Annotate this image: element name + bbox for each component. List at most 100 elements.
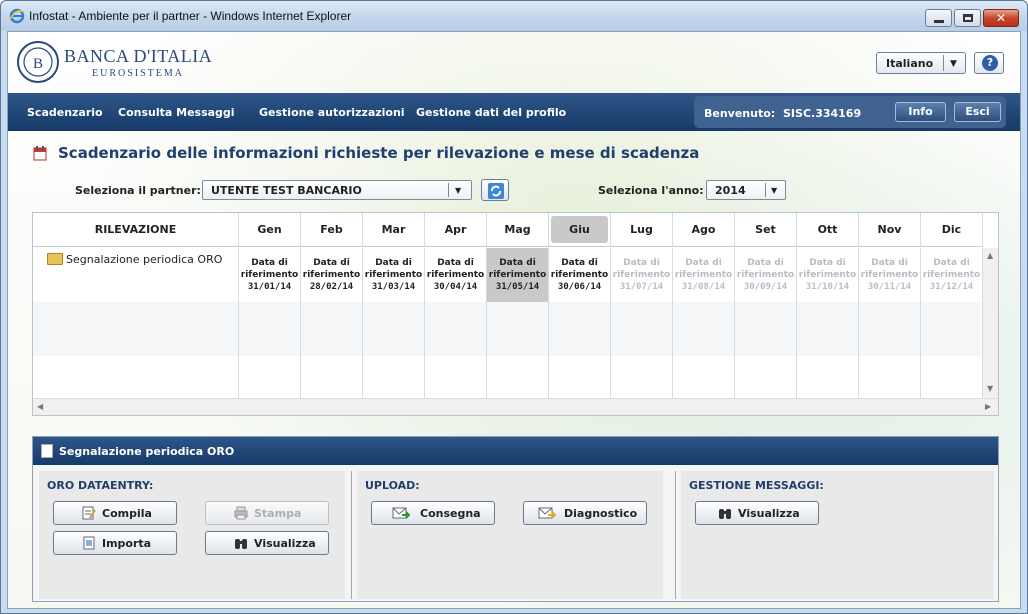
month-header: Set [735, 213, 797, 247]
cell-label: riferimento [798, 270, 857, 280]
cell-label: riferimento [488, 270, 547, 280]
send-icon [392, 507, 410, 519]
button-label: Visualizza [738, 507, 800, 520]
deadline-cell[interactable]: Data di riferimento 28/02/14 [301, 248, 362, 302]
nav-scadenzario[interactable]: Scadenzario [27, 106, 103, 119]
year-select[interactable]: 2014 ▼ [706, 180, 786, 200]
window-title: Infostat - Ambiente per il partner - Win… [29, 9, 352, 23]
chevron-down-icon: ▼ [950, 59, 957, 69]
consegna-button[interactable]: Consegna [371, 501, 495, 525]
svg-text:B: B [33, 56, 43, 72]
help-button[interactable]: ? [974, 52, 1004, 74]
cell-label: riferimento [736, 270, 795, 280]
brand-subtitle: EUROSISTEMA [92, 68, 185, 79]
month-header: Feb [301, 213, 363, 247]
section-messaggi: GESTIONE MESSAGGI: Visualizza [681, 471, 994, 599]
printer-icon [234, 506, 248, 520]
maximize-button[interactable] [954, 9, 981, 27]
bank-logo-icon: B [17, 41, 59, 83]
refresh-button[interactable] [481, 179, 509, 201]
button-label: Consegna [420, 507, 481, 520]
cell-label: Data di [375, 258, 412, 268]
button-label: Stampa [254, 507, 302, 520]
compila-button[interactable]: Compila [53, 501, 177, 525]
deadline-cell: Data di riferimento 30/11/14 [859, 248, 920, 302]
info-button[interactable]: Info [895, 102, 946, 122]
reference-date: 31/08/14 [681, 282, 726, 292]
reference-date: 31/12/14 [929, 282, 974, 292]
diagnostic-icon [538, 507, 556, 519]
current-month-pill: Giu [551, 216, 608, 243]
cell-label: riferimento [922, 270, 981, 280]
month-header: Giu [549, 213, 611, 247]
deadline-cell[interactable]: Data di riferimento 30/04/14 [425, 248, 486, 302]
nav-consulta-messaggi[interactable]: Consulta Messaggi [118, 106, 235, 119]
detail-panel: Segnalazione periodica ORO ORO DATAENTRY… [32, 436, 999, 602]
cell-label: Data di [251, 258, 288, 268]
section-dataentry: ORO DATAENTRY: Compila Stampa Importa Vi… [39, 471, 345, 599]
month-header: Apr [425, 213, 487, 247]
section-title: ORO DATAENTRY: [47, 479, 154, 492]
deadline-cell[interactable]: Data di riferimento 31/05/14 [487, 248, 548, 302]
messaggi-visualizza-button[interactable]: Visualizza [695, 501, 819, 525]
cell-label: riferimento [240, 270, 299, 280]
deadline-cell[interactable]: Data di riferimento 31/01/14 [239, 248, 300, 302]
ie-icon [9, 8, 25, 24]
reference-date: 31/07/14 [619, 282, 664, 292]
deadline-cell: Data di riferimento 31/08/14 [673, 248, 734, 302]
minimize-button[interactable] [925, 9, 952, 27]
exit-button[interactable]: Esci [954, 102, 1001, 122]
nav-gestione-profilo[interactable]: Gestione dati del profilo [416, 106, 566, 119]
chevron-down-icon: ▼ [771, 186, 778, 195]
page-title: Scadenzario delle informazioni richieste… [58, 144, 700, 162]
month-header: Ott [797, 213, 859, 247]
deadline-cell: Data di riferimento 31/12/14 [921, 248, 982, 302]
diagnostico-button[interactable]: Diagnostico [523, 501, 647, 525]
scroll-up-icon[interactable]: ▲ [987, 251, 993, 260]
cell-label: riferimento [302, 270, 361, 280]
binoculars-icon [235, 539, 247, 549]
deadline-cell[interactable]: Data di riferimento 31/03/14 [363, 248, 424, 302]
reference-date: 30/09/14 [743, 282, 788, 292]
deadline-cell[interactable]: Data di riferimento 30/06/14 [549, 248, 610, 302]
deadline-cell: Data di riferimento 30/09/14 [735, 248, 796, 302]
user-id: SISC.334169 [783, 107, 862, 120]
scroll-left-icon[interactable]: ◀ [37, 402, 43, 411]
calendar-icon [33, 146, 47, 161]
close-button[interactable]: ✕ [983, 9, 1019, 27]
list-item[interactable]: Segnalazione periodica ORO [47, 253, 222, 266]
title-bar: Infostat - Ambiente per il partner - Win… [1, 1, 1027, 31]
horizontal-scrollbar[interactable]: ◀ ▶ [33, 398, 998, 415]
section-title: UPLOAD: [365, 479, 420, 492]
importa-button[interactable]: Importa [53, 531, 177, 555]
partner-select[interactable]: UTENTE TEST BANCARIO ▼ [202, 180, 472, 200]
nav-gestione-autorizzazioni[interactable]: Gestione autorizzazioni [259, 106, 405, 119]
month-header: Gen [239, 213, 301, 247]
cell-label: riferimento [674, 270, 733, 280]
button-label: Importa [102, 537, 152, 550]
stampa-button[interactable]: Stampa [205, 501, 329, 525]
language-value: Italiano [886, 57, 934, 70]
help-icon: ? [982, 55, 998, 71]
deadline-cell: Data di riferimento 31/10/14 [797, 248, 858, 302]
button-label: Visualizza [254, 537, 316, 550]
brand-name: BANCA D'ITALIA [64, 46, 213, 66]
chevron-down-icon: ▼ [455, 186, 462, 195]
binoculars-icon [719, 509, 731, 519]
detail-panel-header: Segnalazione periodica ORO [33, 437, 998, 465]
reference-date: 30/11/14 [867, 282, 912, 292]
visualizza-button[interactable]: Visualizza [205, 531, 329, 555]
folder-icon [47, 253, 63, 265]
site-header: B BANCA D'ITALIA EUROSISTEMA Italiano ▼ … [8, 32, 1020, 92]
scroll-down-icon[interactable]: ▼ [987, 384, 993, 393]
section-upload: UPLOAD: Consegna Diagnostico [357, 471, 663, 599]
month-header: Lug [611, 213, 673, 247]
main-nav: Scadenzario Consulta Messaggi Gestione a… [8, 93, 1020, 131]
scroll-right-icon[interactable]: ▶ [985, 402, 991, 411]
language-select[interactable]: Italiano ▼ [876, 52, 966, 74]
cell-label: Data di [623, 258, 660, 268]
year-label: Seleziona l'anno: [598, 184, 704, 197]
vertical-scrollbar[interactable]: ▲ ▼ [982, 248, 998, 398]
year-value: 2014 [715, 184, 746, 197]
rilevazione-name: Segnalazione periodica ORO [66, 253, 223, 266]
